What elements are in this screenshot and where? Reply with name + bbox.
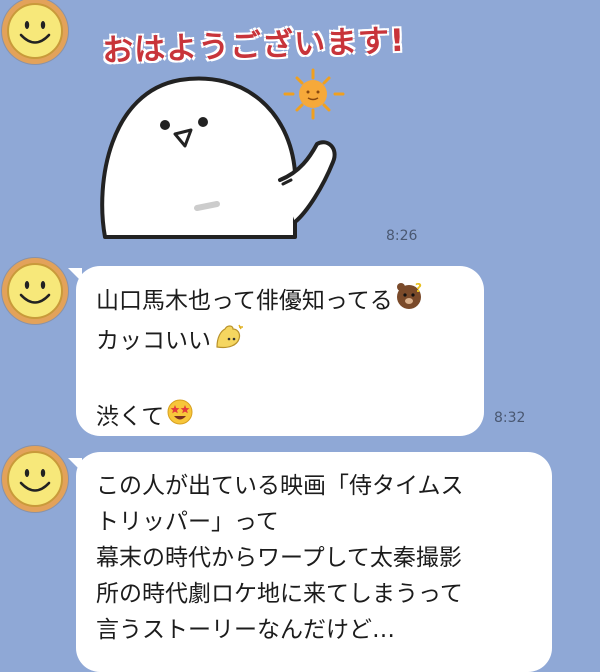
message-line: この人が出ている映画「侍タイムス	[96, 473, 464, 499]
svg-text:?: ?	[415, 282, 422, 295]
star-eyes-emoji	[166, 398, 194, 437]
timestamp: 8:32	[494, 410, 526, 426]
message-line: 山口馬木也って俳優知ってる ?	[96, 281, 464, 321]
message-bubble[interactable]: 山口馬木也って俳優知ってる ? カッコいい 渋くて	[76, 266, 484, 436]
timestamp: 8:26	[386, 228, 418, 244]
avatar[interactable]	[2, 0, 68, 64]
avatar[interactable]	[2, 446, 68, 512]
message-line: 渋くて	[96, 398, 464, 437]
message-line: 言うストーリーなんだけど…	[96, 617, 395, 643]
smiley-face-icon	[7, 3, 63, 59]
message-line: カッコいい	[96, 321, 464, 362]
message-line: トリッパー」って	[96, 509, 279, 535]
smiley-face-icon	[7, 263, 63, 319]
thinking-bear-emoji: ?	[395, 281, 425, 321]
message-line	[96, 362, 464, 398]
message-line: 所の時代劇ロケ地に来てしまうって	[96, 581, 463, 607]
flexing-arm-emoji	[213, 321, 245, 362]
bird-sticker[interactable]	[95, 62, 355, 242]
message-bubble[interactable]: この人が出ている映画「侍タイムス トリッパー」って 幕末の時代からワープして太秦…	[76, 452, 552, 672]
avatar[interactable]	[2, 258, 68, 324]
smiley-face-icon	[7, 451, 63, 507]
sun-icon	[283, 68, 345, 120]
message-line: 幕末の時代からワープして太秦撮影	[96, 545, 462, 571]
